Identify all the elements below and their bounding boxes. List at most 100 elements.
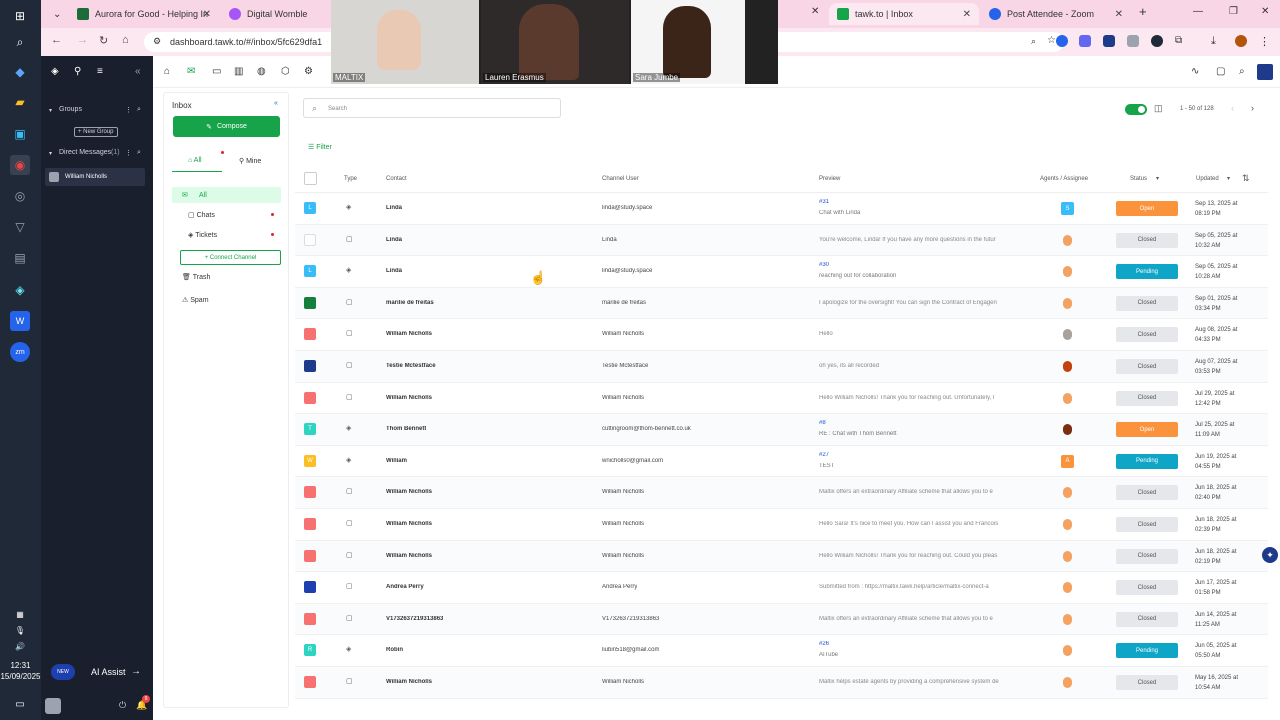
- header-status[interactable]: Status: [1130, 176, 1147, 182]
- sort-down-icon[interactable]: ▾: [1227, 175, 1230, 182]
- new-tab-button[interactable]: +: [1139, 4, 1147, 19]
- menu-dots-icon[interactable]: ⋮: [1259, 35, 1271, 48]
- shield-icon[interactable]: ▽: [10, 217, 30, 237]
- search-input[interactable]: ⌕ Search: [303, 98, 561, 118]
- folder-chats[interactable]: ▢ Chats: [188, 211, 215, 219]
- table-row[interactable]: ▢ William Nicholls William Nicholls Maltix …: [295, 667, 1268, 699]
- copilot-icon[interactable]: ◆: [10, 62, 30, 82]
- user-avatar[interactable]: [45, 698, 61, 714]
- zoom-icon[interactable]: zm: [10, 342, 30, 362]
- url-text[interactable]: dashboard.tawk.to/#/inbox/5fc629dfa1: [170, 37, 322, 47]
- table-row[interactable]: ▢ William Nicholls William Nicholls Hello S…: [295, 509, 1268, 541]
- close-icon[interactable]: ✕: [203, 9, 211, 20]
- select-all-checkbox[interactable]: [304, 172, 317, 185]
- status-badge[interactable]: Closed: [1116, 232, 1178, 248]
- ticket-number-link[interactable]: #27: [819, 452, 829, 458]
- arrow-right-icon[interactable]: →: [131, 666, 141, 677]
- search-icon[interactable]: ⌕: [10, 32, 30, 52]
- tab-digital-womble[interactable]: Digital Womble: [221, 3, 329, 25]
- windows-start-icon[interactable]: ⊞: [10, 6, 30, 26]
- ai-assist-label[interactable]: AI Assist: [91, 667, 126, 677]
- table-row[interactable]: R ◈ Robin liubin518@gmail.com #26 AITube Pendi…: [295, 635, 1268, 667]
- status-badge[interactable]: Closed: [1116, 485, 1178, 501]
- table-row[interactable]: ▢ marilie de freitas marilie de freitas I a…: [295, 287, 1268, 320]
- status-badge[interactable]: Closed: [1116, 390, 1178, 406]
- table-row[interactable]: L ◈ Linda linda@study.space #31 Chat with Lin…: [295, 193, 1268, 225]
- status-badge[interactable]: Pending: [1116, 643, 1178, 659]
- table-row[interactable]: ▢ William Nicholls William Nicholls Hello W…: [295, 540, 1268, 573]
- file-explorer-icon[interactable]: ▰: [10, 92, 30, 112]
- dm-menu-icon[interactable]: ⋮: [125, 149, 132, 157]
- extension-icon[interactable]: [1056, 35, 1068, 47]
- maximize-button[interactable]: ❐: [1229, 6, 1238, 17]
- tab-tawk-inbox[interactable]: tawk.to | Inbox ✕: [829, 3, 979, 25]
- activity-icon[interactable]: ∿: [1191, 66, 1199, 77]
- profile-avatar[interactable]: [1235, 35, 1247, 47]
- collapse-arrow-icon[interactable]: ▾: [49, 107, 52, 114]
- assistant-launcher-icon[interactable]: ✦: [1262, 547, 1278, 563]
- extension-icon[interactable]: [1079, 35, 1091, 47]
- reload-icon[interactable]: ↻: [99, 34, 108, 47]
- status-badge[interactable]: Closed: [1116, 611, 1178, 627]
- close-icon[interactable]: ✕: [1115, 9, 1123, 20]
- table-row[interactable]: ▢ William Nicholls William Nicholls Maltix …: [295, 477, 1268, 509]
- power-icon[interactable]: ⏻: [119, 700, 126, 711]
- status-badge[interactable]: Closed: [1116, 359, 1178, 374]
- notes-icon[interactable]: ◈: [10, 280, 30, 300]
- collapse-arrow-icon[interactable]: ▾: [49, 150, 52, 157]
- layers-icon[interactable]: ◈: [51, 66, 59, 77]
- minimize-button[interactable]: —: [1193, 6, 1203, 17]
- extension-icon[interactable]: [1103, 35, 1115, 47]
- status-badge[interactable]: Closed: [1116, 295, 1178, 311]
- tab-aurora[interactable]: Aurora for Good - Helping In ✕: [69, 3, 219, 25]
- word-icon[interactable]: W: [10, 311, 30, 331]
- video-tile-maltix[interactable]: MALTIX: [331, 0, 479, 84]
- header-preview[interactable]: Preview: [819, 176, 840, 182]
- extension-icon[interactable]: [1127, 35, 1139, 47]
- table-row[interactable]: W ◈ William wnicholls0@gmail.com #27 TEST A Pen…: [295, 445, 1268, 478]
- connect-channel-button[interactable]: + Connect Channel: [180, 250, 281, 265]
- store-icon[interactable]: ▣: [10, 124, 30, 144]
- forward-icon[interactable]: →: [77, 34, 88, 46]
- status-badge[interactable]: Closed: [1116, 580, 1178, 596]
- compose-button[interactable]: ✎ Compose: [173, 116, 280, 137]
- zoom-lens-icon[interactable]: ⌕: [1031, 36, 1036, 47]
- sort-down-icon[interactable]: ▾: [1156, 175, 1159, 182]
- folder-tickets[interactable]: ◈ Tickets: [188, 231, 217, 239]
- next-page-icon[interactable]: ›: [1251, 103, 1254, 113]
- table-row[interactable]: ▢ Andrea Perry Andrea Perry Submitted from …: [295, 572, 1268, 604]
- close-icon[interactable]: ✕: [963, 9, 971, 20]
- status-badge[interactable]: Closed: [1116, 548, 1178, 564]
- settings-icon[interactable]: ⚙: [304, 66, 313, 77]
- video-tile-sara[interactable]: Sara Jumbe: [631, 0, 745, 84]
- collapse-icon[interactable]: «: [274, 100, 278, 107]
- ticket-number-link[interactable]: #31: [819, 199, 829, 205]
- box-icon[interactable]: ⬡: [281, 66, 290, 77]
- user-icon[interactable]: ⚲: [74, 66, 81, 77]
- book-icon[interactable]: ▥: [234, 66, 243, 77]
- ticket-number-link[interactable]: #30: [819, 262, 829, 268]
- tab-zoom[interactable]: Post Attendee - Zoom ✕: [981, 3, 1131, 25]
- table-row[interactable]: ▢ William Nicholls William Nicholls Hello W…: [295, 382, 1268, 415]
- chrome-icon[interactable]: ◉: [10, 155, 30, 175]
- groups-menu-icon[interactable]: ⋮: [125, 106, 132, 114]
- status-badge[interactable]: Open: [1116, 422, 1178, 438]
- sort-order-icon[interactable]: ⇅: [1242, 173, 1250, 184]
- chat-icon[interactable]: ▢: [1216, 66, 1225, 77]
- status-badge[interactable]: Closed: [1116, 675, 1178, 690]
- tab-mine[interactable]: ⚲ Mine: [239, 157, 261, 165]
- table-row[interactable]: L ◈ Linda linda@study.space #30 reaching out …: [295, 256, 1268, 288]
- toggle-switch[interactable]: [1125, 104, 1147, 115]
- status-badge[interactable]: Pending: [1116, 453, 1178, 469]
- home-icon[interactable]: ⌂: [122, 34, 129, 46]
- folder-spam[interactable]: ⚠ Spam: [182, 296, 209, 304]
- back-icon[interactable]: ←: [51, 34, 62, 46]
- tab-search-button[interactable]: ⌄: [45, 3, 67, 25]
- table-row[interactable]: ▢ Testie Mctestface Testie Mctestface oh ye…: [295, 351, 1268, 383]
- status-badge[interactable]: Closed: [1116, 327, 1178, 343]
- clock-date[interactable]: 15/09/2025: [0, 672, 41, 682]
- bookmark-star-icon[interactable]: ☆: [1047, 35, 1056, 46]
- table-row[interactable]: ▢ Linda Linda You're welcome, Linda! If you…: [295, 224, 1268, 257]
- dm-item-william[interactable]: William Nicholls: [45, 168, 145, 186]
- header-agents[interactable]: Agents / Assignee: [1040, 176, 1088, 182]
